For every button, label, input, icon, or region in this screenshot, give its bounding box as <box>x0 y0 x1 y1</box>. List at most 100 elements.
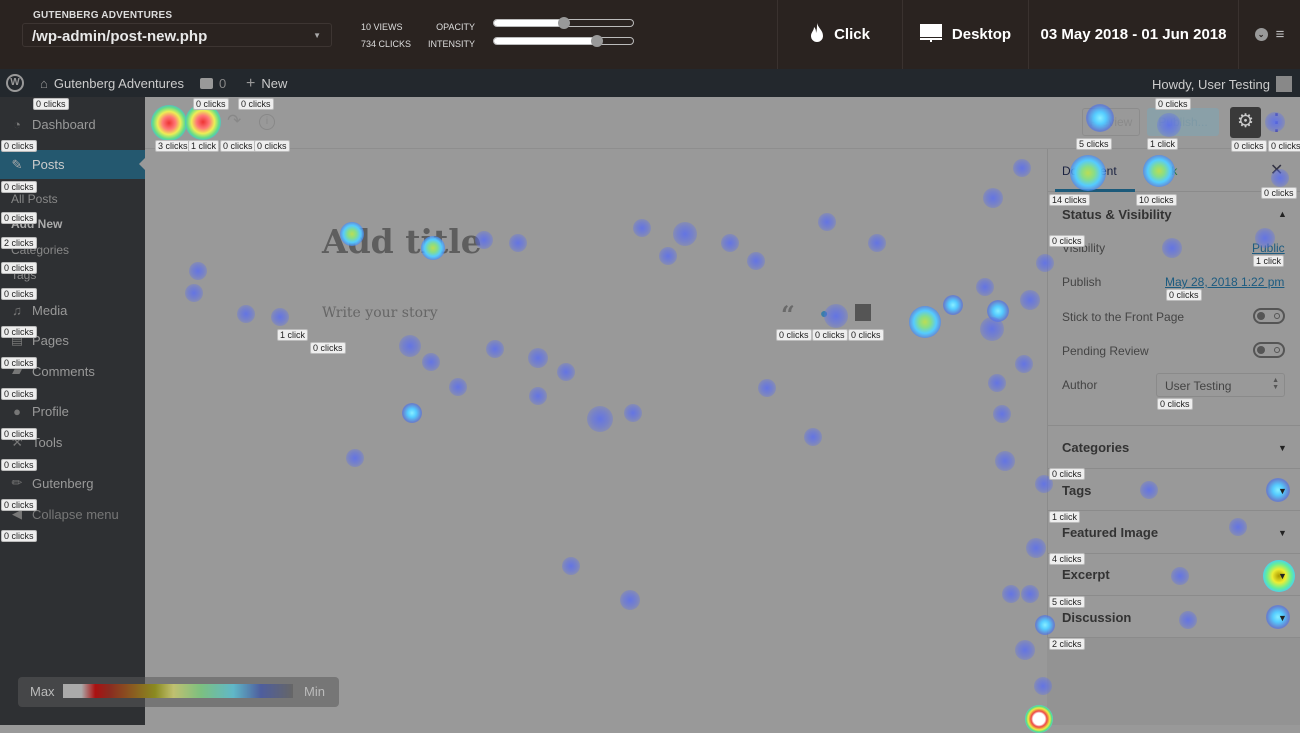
click-count-badge: 1 click <box>277 329 309 341</box>
page-url-select[interactable]: /wp-admin/post-new.php ▼ <box>22 23 332 47</box>
click-count-badge: 0 clicks <box>220 140 256 152</box>
click-count-badge: 4 clicks <box>1049 553 1085 565</box>
user-menu[interactable]: Howdy, User Testing <box>1152 76 1292 92</box>
visibility-link[interactable]: Public <box>1252 241 1285 255</box>
quote-block-icon[interactable]: “ <box>781 300 795 329</box>
wp-admin-bar: W ⌂ Gutenberg Adventures 0 + New Howdy, … <box>0 69 1300 97</box>
legend-max-label: Max <box>30 684 55 699</box>
chevron-down-icon[interactable]: ▼ <box>1278 613 1287 623</box>
settings-button[interactable]: ⚙ <box>1230 107 1261 138</box>
comments-count: 0 <box>219 76 227 91</box>
stats: 10 VIEWS 734 CLICKS <box>361 19 411 53</box>
sidebar-item-profile[interactable]: ● Profile <box>0 398 145 424</box>
user-block-icon[interactable]: ● <box>820 305 828 321</box>
flame-icon <box>810 22 824 47</box>
chevron-circle-icon[interactable]: ⌄ <box>1254 28 1268 41</box>
sidebar-item-label: Gutenberg <box>32 475 94 491</box>
click-count-badge: 0 clicks <box>1 181 37 193</box>
heatmap-type-button[interactable]: Click <box>777 0 902 69</box>
excerpt-header[interactable]: Excerpt <box>1062 567 1110 582</box>
sidebar-item-gutenberg[interactable]: ✏ Gutenberg <box>0 470 145 496</box>
click-count-badge: 0 clicks <box>1 530 37 542</box>
intensity-slider-fill <box>494 38 597 44</box>
preview-button[interactable]: Preview <box>1082 108 1140 136</box>
click-count-badge: 5 clicks <box>1049 596 1085 608</box>
click-count-badge: 0 clicks <box>1 428 37 440</box>
tab-block[interactable]: Block <box>1148 164 1177 178</box>
legend-gradient <box>63 684 293 698</box>
click-count-badge: 1 click <box>1253 255 1285 267</box>
pending-review-toggle[interactable] <box>1253 342 1285 358</box>
sidebar-item-label: Dashboard <box>32 116 96 132</box>
new-link[interactable]: + New <box>246 76 288 92</box>
date-range-label: 03 May 2018 - 01 Jun 2018 <box>1040 26 1227 43</box>
opacity-slider[interactable] <box>493 17 634 29</box>
click-count-badge: 14 clicks <box>1049 194 1090 206</box>
publish-button[interactable]: Publish... <box>1147 108 1219 136</box>
chevron-down-icon[interactable]: ▼ <box>1278 528 1287 538</box>
click-count-badge: 0 clicks <box>1 288 37 300</box>
heatmap-legend: Max Min <box>18 677 339 707</box>
chevron-down-icon: ▼ <box>313 31 321 40</box>
undo-icon[interactable]: ↶ <box>195 111 209 131</box>
site-link-label: Gutenberg Adventures <box>53 76 184 91</box>
author-label: Author <box>1062 378 1098 392</box>
chevron-down-icon[interactable]: ▼ <box>1278 486 1287 496</box>
stick-front-toggle[interactable] <box>1253 308 1285 324</box>
add-block-icon[interactable]: + <box>163 114 180 131</box>
click-count-badge: 3 clicks <box>155 140 191 152</box>
chevron-down-icon[interactable]: ▼ <box>1278 443 1287 453</box>
click-count-badge: 0 clicks <box>254 140 290 152</box>
text-block-icon[interactable] <box>855 304 871 321</box>
featured-image-header[interactable]: Featured Image <box>1062 525 1158 540</box>
post-body-input[interactable]: Write your story <box>322 305 438 321</box>
tags-header[interactable]: Tags <box>1062 483 1091 498</box>
opacity-slider-fill <box>494 20 564 26</box>
sidebar-item-label: Collapse menu <box>32 506 119 522</box>
click-count-badge: 0 clicks <box>1155 98 1191 110</box>
comments-link[interactable]: 0 <box>200 76 226 91</box>
close-icon[interactable]: ✕ <box>1270 160 1283 180</box>
wordpress-logo-icon[interactable]: W <box>6 74 24 92</box>
publish-date-link[interactable]: May 28, 2018 1:22 pm <box>1165 275 1284 289</box>
click-count-badge: 0 clicks <box>1261 187 1297 199</box>
sidebar-item-media[interactable]: ♫ Media <box>0 297 145 323</box>
sidebar-sub-all-posts[interactable]: All Posts <box>11 192 58 206</box>
intensity-label: INTENSITY <box>427 39 475 49</box>
menu-icon[interactable]: ≡ <box>1276 26 1285 43</box>
tab-active-indicator <box>1055 189 1135 192</box>
new-link-label: New <box>261 76 288 91</box>
info-icon[interactable]: i <box>259 114 275 130</box>
redo-icon[interactable]: ↷ <box>227 111 241 131</box>
site-name: GUTENBERG ADVENTURES <box>33 10 173 21</box>
editor-toolbar: + ↶ ↷ i Preview Publish... ⚙ · · · <box>145 97 1300 149</box>
date-range-button[interactable]: 03 May 2018 - 01 Jun 2018 <box>1028 0 1238 69</box>
click-count-badge: 0 clicks <box>1 459 37 471</box>
click-count-badge: 0 clicks <box>1157 398 1193 410</box>
user-greeting: Howdy, User Testing <box>1151 76 1270 92</box>
tab-document[interactable]: Document <box>1062 164 1117 178</box>
opacity-slider-handle[interactable] <box>557 17 570 29</box>
click-count-badge: 0 clicks <box>310 342 346 354</box>
chevron-up-icon[interactable]: ▲ <box>1278 209 1287 219</box>
categories-header[interactable]: Categories <box>1062 440 1129 455</box>
post-title-input[interactable]: Add title <box>322 222 482 261</box>
intensity-slider-handle[interactable] <box>590 35 603 47</box>
sidebar-item-dashboard[interactable]: ◔ Dashboard <box>0 111 145 137</box>
status-visibility-header[interactable]: Status & Visibility <box>1062 207 1172 222</box>
intensity-slider[interactable] <box>493 35 634 47</box>
more-options-icon[interactable]: · · · <box>1273 106 1281 140</box>
click-count-badge: 0 clicks <box>1268 140 1300 152</box>
click-count-badge: 0 clicks <box>1 140 37 152</box>
stick-front-label: Stick to the Front Page <box>1062 310 1185 324</box>
sidebar-item-posts[interactable]: ✎ Posts <box>0 150 145 179</box>
select-arrows-icon: ▲ ▼ <box>1272 377 1279 391</box>
site-link[interactable]: ⌂ Gutenberg Adventures <box>40 76 184 91</box>
opacity-label: OPACITY <box>436 22 475 32</box>
sidebar-item-label: Media <box>32 302 68 318</box>
author-select[interactable]: User Testing ▲ ▼ <box>1156 373 1285 397</box>
device-button[interactable]: Desktop <box>902 0 1028 69</box>
chevron-down-icon[interactable]: ▼ <box>1278 571 1287 581</box>
click-count-badge: 0 clicks <box>848 329 884 341</box>
discussion-header[interactable]: Discussion <box>1062 610 1131 625</box>
